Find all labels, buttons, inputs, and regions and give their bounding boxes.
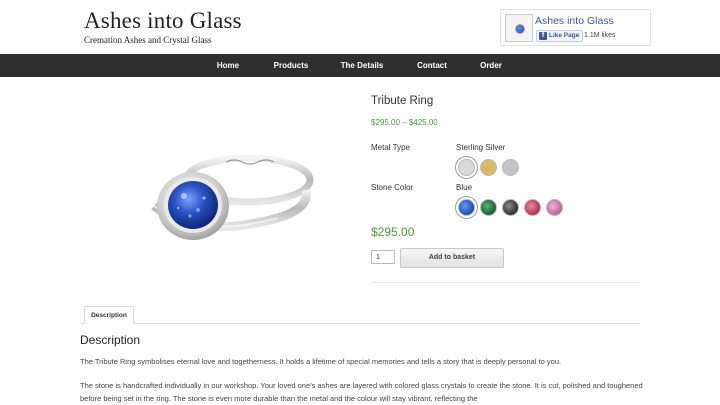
- facebook-like-count: 1.1M likes: [584, 32, 616, 39]
- facebook-page-name[interactable]: Ashes into Glass: [535, 15, 614, 27]
- swatch-stone-black[interactable]: [502, 199, 519, 216]
- metal-type-label: Metal Type: [371, 143, 410, 152]
- quantity-input[interactable]: [371, 250, 395, 264]
- facebook-page-thumbnail[interactable]: [505, 14, 533, 42]
- swatch-sterling-silver[interactable]: [458, 159, 475, 176]
- swatch-stone-red[interactable]: [524, 199, 541, 216]
- main-nav: Home Products The Details Contact Order: [0, 54, 720, 77]
- description-heading: Description: [80, 333, 141, 347]
- stone-color-label: Stone Color: [371, 183, 414, 192]
- swatch-gold[interactable]: [480, 159, 497, 176]
- swatch-stone-green[interactable]: [480, 199, 497, 216]
- product-price: $295.00: [371, 225, 415, 239]
- nav-item-the-details[interactable]: The Details: [333, 54, 391, 77]
- swatch-stone-blue[interactable]: [458, 199, 475, 216]
- swatch-white-gold[interactable]: [502, 159, 519, 176]
- description-paragraph-2: The stone is handcrafted individually in…: [80, 381, 643, 403]
- site-logo-subtitle: Cremation Ashes and Crystal Glass: [84, 35, 212, 45]
- facebook-page-widget[interactable]: Ashes into Glass f Like Page 1.1M likes: [500, 9, 651, 46]
- nav-item-order[interactable]: Order: [474, 54, 508, 77]
- stone-color-value: Blue: [456, 183, 473, 192]
- ring-thumbnail-icon: [515, 24, 525, 34]
- nav-item-products[interactable]: Products: [265, 54, 317, 77]
- tab-description[interactable]: Description: [84, 306, 134, 324]
- product-price-range: $295.00 – $425.00: [371, 118, 438, 127]
- facebook-like-button[interactable]: f Like Page: [536, 30, 584, 42]
- tabs-baseline: [81, 323, 640, 324]
- nav-item-contact[interactable]: Contact: [410, 54, 454, 77]
- swatch-stone-pink[interactable]: [546, 199, 563, 216]
- product-divider: [371, 282, 639, 283]
- product-image-ring[interactable]: [138, 136, 338, 246]
- add-to-basket-button[interactable]: Add to basket: [400, 248, 504, 268]
- metal-type-value: Sterling Silver: [456, 143, 506, 152]
- facebook-like-label: Like Page: [549, 32, 580, 39]
- facebook-f-icon: f: [539, 32, 547, 40]
- nav-item-home[interactable]: Home: [208, 54, 248, 77]
- site-header: Ashes into Glass Cremation Ashes and Cry…: [0, 0, 720, 54]
- product-title: Tribute Ring: [371, 95, 434, 107]
- site-logo-title[interactable]: Ashes into Glass: [84, 8, 242, 34]
- description-paragraph-1: The Tribute Ring symbolises eternal love…: [80, 357, 562, 366]
